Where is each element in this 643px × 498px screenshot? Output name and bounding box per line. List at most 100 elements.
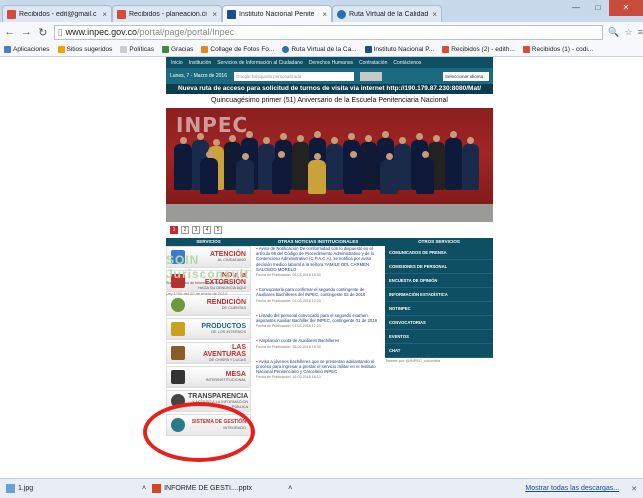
browser-tabstrip: Recibidos - edit@gmail.c × Recibidos - p… <box>0 0 643 22</box>
show-all-downloads-link[interactable]: Mostrar todas las descargas... <box>525 485 619 492</box>
libera-icon <box>171 322 185 336</box>
ley-link[interactable]: Ley 1709 del 20 de enero de 2014 <box>166 291 251 296</box>
image-file-icon <box>6 484 15 493</box>
tab-recibidos-2[interactable]: Recibidos - planeacion.ci × <box>112 5 222 22</box>
nav-contratacion[interactable]: Contratación <box>359 60 387 66</box>
close-icon[interactable]: × <box>212 10 217 19</box>
soin-logo: SOIN Jurisconsult <box>166 253 251 281</box>
other-service-eventos[interactable]: EVENTOS <box>385 330 493 344</box>
download-label: 1.jpg <box>18 485 34 492</box>
service-mesa[interactable]: MESA interinstitucional <box>166 366 251 388</box>
turnos-banner-link[interactable]: Nueva ruta de acceso para solicitud de t… <box>166 84 493 94</box>
person-head <box>331 137 338 144</box>
maximize-button[interactable]: □ <box>587 0 609 16</box>
bookmark-gracias[interactable]: Gracias <box>161 45 193 53</box>
news-title[interactable]: Convocatoria para confirmar el segundo c… <box>256 287 365 297</box>
service-subtitle: de cuentas <box>221 306 246 310</box>
pager-page-5[interactable]: 5 <box>214 226 222 234</box>
news-item[interactable]: ▪ Aviso a jóvenes bachilleres que se pre… <box>256 359 380 381</box>
site-search-input[interactable]: Google Búsqueda personalizada <box>234 71 354 81</box>
close-icon[interactable]: × <box>322 10 327 19</box>
bookmark-ruta-virtual[interactable]: Ruta Virtual de la Ca... <box>282 45 357 53</box>
chevron-down-icon[interactable]: ˄ <box>142 485 146 492</box>
bookmark-collage[interactable]: Collage de Fotos Fo... <box>201 45 274 53</box>
person-head <box>450 131 457 138</box>
person-figure <box>174 137 192 190</box>
news-title[interactable]: Aviso de Notificación De conformidad con… <box>256 246 374 272</box>
bookmark-label: Ruta Virtual de la Ca... <box>291 45 357 53</box>
download-item-jpg[interactable]: 1.jpg <box>6 484 136 493</box>
other-service-estadistica[interactable]: INFORMACIÓN ESTADÍSTICA <box>385 288 493 302</box>
other-service-comunicados[interactable]: COMUNICADOS DE PRENSA <box>385 246 493 260</box>
news-item[interactable]: ▪ Convocatoria para confirmar el segundo… <box>256 287 380 304</box>
person-head <box>467 137 474 144</box>
tab-ruta-virtual[interactable]: Ruta Virtual de la Calidad × <box>332 5 442 22</box>
minimize-button[interactable]: — <box>565 0 587 16</box>
photo-watermark: INPEC <box>176 113 249 137</box>
bookmark-recibidos-1[interactable]: Recibidos (1) - codi... <box>522 45 593 53</box>
bookmark-politicas[interactable]: Políticas <box>120 45 154 53</box>
service-rendicion[interactable]: RENDICIÓN de cuentas <box>166 294 251 316</box>
news-item[interactable]: ▪ Aviso de Notificación De conformidad c… <box>256 246 380 278</box>
service-productos[interactable]: PRODUCTOS de los internos <box>166 318 251 340</box>
person-figure <box>236 153 254 194</box>
chevron-down-icon[interactable]: ˄ <box>288 485 292 492</box>
bookmark-aplicaciones[interactable]: Aplicaciones <box>4 45 50 53</box>
pager-page-2[interactable]: 2 <box>181 226 189 234</box>
news-title[interactable]: Aviso a jóvenes bachilleres que se prese… <box>256 359 376 374</box>
person-head <box>246 131 253 138</box>
red-highlight-circle <box>143 402 255 462</box>
zoom-icon[interactable]: 🔍 <box>608 27 619 38</box>
news-title[interactable]: Ampliación cuota de Auxiliares Bachiller… <box>259 338 340 343</box>
menu-icon[interactable]: ≡ <box>638 27 643 37</box>
twitter-link[interactable]: Tweets por @INPEC_colombia <box>385 358 440 363</box>
service-title: LAS AVENTURAS <box>202 343 246 358</box>
forward-icon[interactable]: → <box>21 26 33 38</box>
person-head <box>280 133 287 140</box>
pager-page-4[interactable]: 4 <box>203 226 211 234</box>
column-headers: SERVICIOS OTRAS NOTICIAS INSTITUCIONALES… <box>166 238 493 246</box>
close-icon[interactable]: ✕ <box>631 485 637 493</box>
featured-photo[interactable]: INPEC <box>166 108 493 222</box>
news-headline[interactable]: Quincuagésimo primer (51) Aniversario de… <box>166 94 493 108</box>
star-icon[interactable]: ☆ <box>625 27 633 38</box>
window-close-button[interactable]: ✕ <box>609 0 643 16</box>
nav-servicios[interactable]: Servicios de Información al Ciudadano <box>217 60 303 66</box>
news-item[interactable]: ▪ Ampliación cuota de Auxiliares Bachill… <box>256 338 380 349</box>
news-item[interactable]: ▪ Listado del personal convocado para el… <box>256 313 380 330</box>
nav-institucion[interactable]: Institución <box>189 60 212 66</box>
back-icon[interactable]: ← <box>4 26 16 38</box>
bookmark-sitios-sugeridos[interactable]: Sitios sugeridos <box>57 45 112 53</box>
nav-contactenos[interactable]: Contáctenos <box>393 60 421 66</box>
pager-page-3[interactable]: 3 <box>192 226 200 234</box>
search-button[interactable] <box>360 71 382 81</box>
close-icon[interactable]: × <box>102 10 107 19</box>
service-aventuras[interactable]: LAS AVENTURAS de Chispa y Lucas <box>166 342 251 364</box>
address-bar[interactable]: ▯ www.inpec.gov.co/portal/page/portal/In… <box>53 24 604 40</box>
close-icon[interactable]: × <box>432 10 437 19</box>
bookmark-recibidos-2[interactable]: Recibidos (2) - edith... <box>442 45 515 53</box>
soin-logo-sub: Jurisconsult <box>166 267 250 281</box>
other-service-convocatorias[interactable]: CONVOCATORIAS <box>385 316 493 330</box>
other-service-notinpec[interactable]: NOTINPEC <box>385 302 493 316</box>
news-column: ▪ Aviso de Notificación De conformidad c… <box>256 246 380 390</box>
reload-icon[interactable]: ↻ <box>37 26 49 39</box>
language-select[interactable]: Seleccionar idioma <box>443 71 489 81</box>
tab-recibidos-1[interactable]: Recibidos - edit@gmail.c × <box>2 5 112 22</box>
person-head <box>433 135 440 142</box>
tab-title: Recibidos - planeacion.ci <box>129 10 207 18</box>
service-subtitle: de Chispa y Lucas <box>208 357 246 362</box>
other-service-chat[interactable]: CHAT <box>385 344 493 358</box>
download-item-pptx[interactable]: INFORME DE GESTI....pptx <box>152 484 282 493</box>
news-title[interactable]: Listado del personal convocado para el s… <box>256 313 377 323</box>
service-title: PRODUCTOS <box>201 323 246 330</box>
bookmark-instituto[interactable]: Instituto Nacional P... <box>364 45 434 53</box>
service-subtitle: interinstitucional <box>205 378 246 382</box>
soin-banner[interactable]: SOIN Jurisconsult Sistema Único de Infor… <box>166 253 251 296</box>
other-service-comisiones[interactable]: COMISIONES DE PERSONAL <box>385 260 493 274</box>
tab-inpec[interactable]: Instituto Nacional Penite × <box>222 5 332 22</box>
nav-inicio[interactable]: Inicio <box>171 60 183 66</box>
nav-derechos[interactable]: Derechos Humanos <box>309 60 353 66</box>
other-service-encuesta[interactable]: ENCUESTA DE OPINIÓN <box>385 274 493 288</box>
pager-page-1[interactable]: 1 <box>170 226 178 234</box>
